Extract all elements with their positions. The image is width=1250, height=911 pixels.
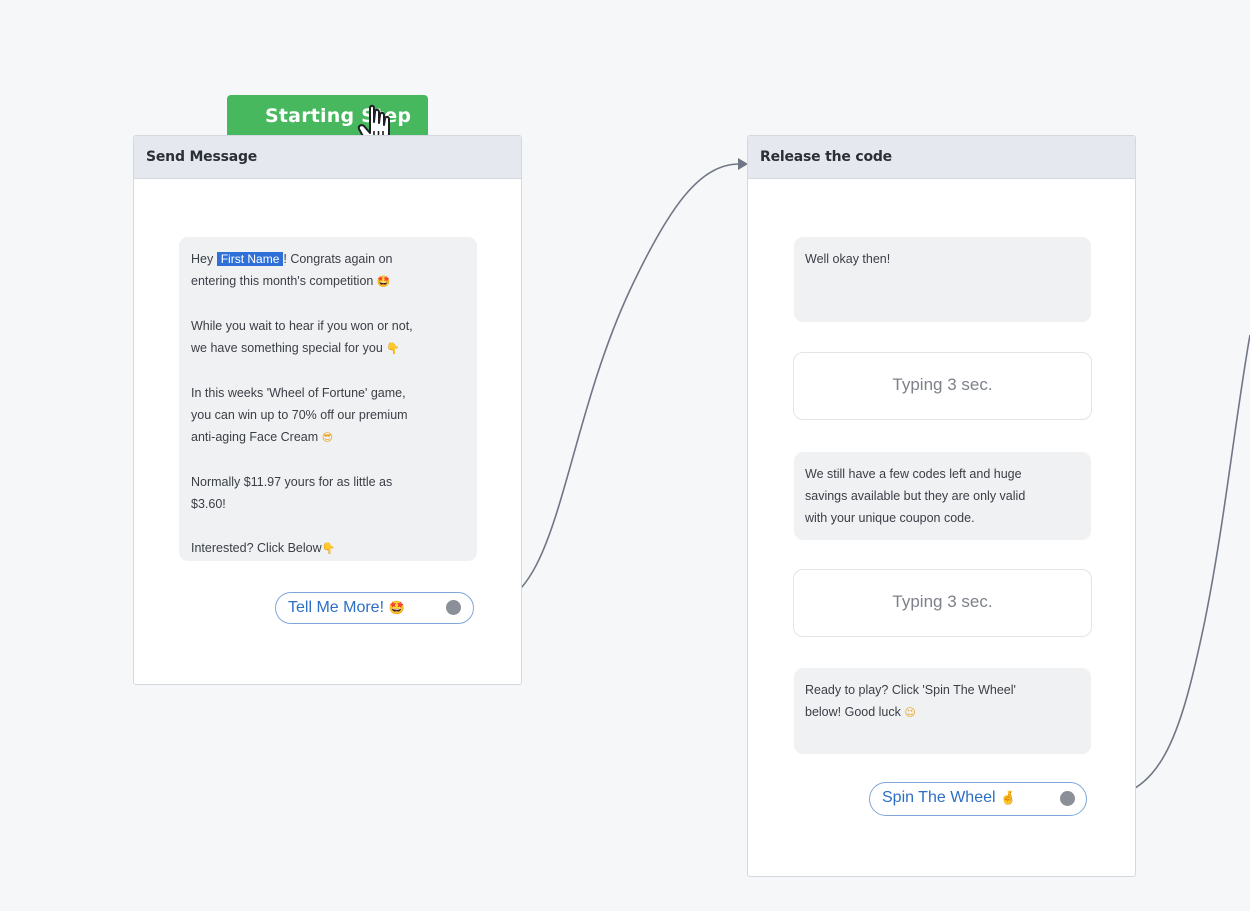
release-code-node[interactable]: Release the code Well okay then! Typing … xyxy=(747,135,1136,877)
message-line: $3.60! xyxy=(191,497,226,511)
message-line: In this weeks 'Wheel of Fortune' game, xyxy=(191,386,406,400)
message-line: While you wait to hear if you won or not… xyxy=(191,319,413,333)
node-title: Release the code xyxy=(748,136,1135,179)
typing-delay-block[interactable]: Typing 3 sec. xyxy=(793,352,1092,420)
crossed-fingers-emoji-icon: 🤞 xyxy=(1000,791,1017,806)
message-line: below! Good luck 😉 xyxy=(805,705,916,719)
message-line: anti-aging Face Cream 😎 xyxy=(191,430,334,444)
star-struck-emoji-icon: 🤩 xyxy=(376,275,391,288)
message-line: Well okay then! xyxy=(805,252,891,266)
message-bubble[interactable]: We still have a few codes left and huge … xyxy=(794,452,1091,540)
star-struck-emoji-icon: 🤩 xyxy=(388,601,405,616)
point-down-emoji-icon: 👇 xyxy=(386,342,400,355)
message-line: savings available but they are only vali… xyxy=(805,489,1026,503)
sunglasses-emoji-icon: 😎 xyxy=(321,431,334,444)
message-line: Interested? Click Below👇 xyxy=(191,541,336,555)
send-message-node[interactable]: Send Message Hey First Name! Congrats ag… xyxy=(133,135,522,685)
message-line: We still have a few codes left and huge xyxy=(805,467,1022,481)
spin-the-wheel-button[interactable]: Spin The Wheel 🤞 xyxy=(869,782,1087,816)
wink-emoji-icon: 😉 xyxy=(904,706,916,719)
connector-handle[interactable] xyxy=(1060,791,1075,806)
message-line: with your unique coupon code. xyxy=(805,511,975,525)
first-name-tag[interactable]: First Name xyxy=(216,252,284,266)
button-label: Spin The Wheel xyxy=(882,789,996,806)
message-bubble[interactable]: Ready to play? Click 'Spin The Wheel' be… xyxy=(794,668,1091,754)
node-title: Send Message xyxy=(134,136,521,179)
message-line: entering this month's competition 🤩 xyxy=(191,274,391,288)
message-bubble[interactable]: Hey First Name! Congrats again on enteri… xyxy=(179,237,477,561)
tell-me-more-button[interactable]: Tell Me More! 🤩 xyxy=(275,592,474,624)
point-down-emoji-icon: 👇 xyxy=(321,542,336,555)
typing-delay-block[interactable]: Typing 3 sec. xyxy=(793,569,1092,637)
message-line: Ready to play? Click 'Spin The Wheel' xyxy=(805,683,1016,697)
message-line: you can win up to 70% off our premium xyxy=(191,408,408,422)
button-label: Tell Me More! xyxy=(288,599,385,616)
connector-handle[interactable] xyxy=(446,600,461,615)
message-line: we have something special for you 👇 xyxy=(191,341,400,355)
message-line: Normally $11.97 yours for as little as xyxy=(191,475,393,489)
message-line: Hey First Name! Congrats again on xyxy=(191,252,393,266)
message-bubble[interactable]: Well okay then! xyxy=(794,237,1091,322)
